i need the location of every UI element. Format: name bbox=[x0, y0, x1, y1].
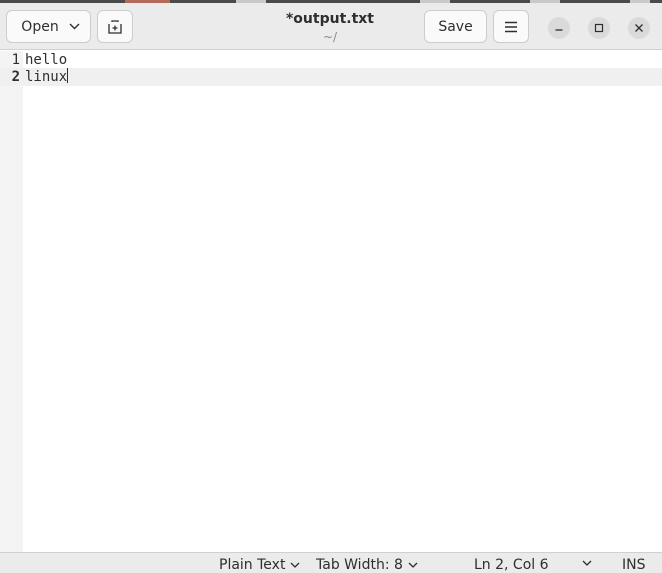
minimize-icon bbox=[554, 23, 564, 33]
save-label: Save bbox=[438, 18, 473, 35]
chevron-down-icon bbox=[69, 23, 80, 30]
chevron-down-icon bbox=[290, 562, 300, 568]
save-button[interactable]: Save bbox=[424, 10, 487, 43]
line-number-current: 2 bbox=[11, 69, 20, 85]
tab-width-label: Tab Width: 8 bbox=[316, 557, 403, 573]
tab-width-selector[interactable]: Tab Width: 8 bbox=[316, 557, 418, 573]
open-label: Open bbox=[21, 18, 59, 35]
menu-button[interactable] bbox=[493, 10, 529, 43]
cursor-position-selector[interactable]: Ln 2, Col 6 bbox=[474, 557, 549, 573]
window-title: *output.txt bbox=[285, 11, 374, 27]
line-number: 1 bbox=[11, 52, 20, 68]
new-tab-icon bbox=[107, 19, 123, 35]
hamburger-menu-icon bbox=[504, 21, 518, 33]
text-cursor bbox=[67, 68, 69, 83]
code-line-text: hello bbox=[25, 52, 68, 68]
new-tab-button[interactable] bbox=[97, 10, 133, 43]
headerbar: Open *output.txt ~/ Save bbox=[0, 3, 662, 50]
close-icon bbox=[634, 23, 644, 33]
maximize-button[interactable] bbox=[588, 17, 610, 39]
chevron-down-icon bbox=[582, 560, 592, 566]
code-line-text: linux bbox=[25, 69, 68, 85]
language-label: Plain Text bbox=[219, 557, 286, 573]
status-bar: Plain Text Tab Width: 8 Ln 2, Col 6 INS bbox=[0, 552, 662, 573]
insert-mode-indicator[interactable]: INS bbox=[622, 557, 646, 573]
position-dropdown[interactable] bbox=[582, 560, 592, 566]
open-button[interactable]: Open bbox=[6, 10, 91, 43]
minimize-button[interactable] bbox=[548, 17, 570, 39]
cursor-position-label: Ln 2, Col 6 bbox=[474, 557, 549, 573]
current-line-highlight bbox=[0, 68, 662, 86]
line-number-gutter bbox=[0, 51, 23, 552]
insert-mode-label: INS bbox=[622, 557, 646, 573]
text-editor-area[interactable] bbox=[23, 51, 662, 552]
maximize-icon bbox=[594, 23, 604, 33]
code-line-current[interactable]: linux bbox=[25, 68, 69, 86]
language-selector[interactable]: Plain Text bbox=[219, 557, 300, 573]
close-button[interactable] bbox=[628, 17, 650, 39]
code-line[interactable]: hello bbox=[25, 51, 67, 69]
chevron-down-icon bbox=[408, 562, 418, 568]
window-subtitle: ~/ bbox=[322, 30, 338, 44]
